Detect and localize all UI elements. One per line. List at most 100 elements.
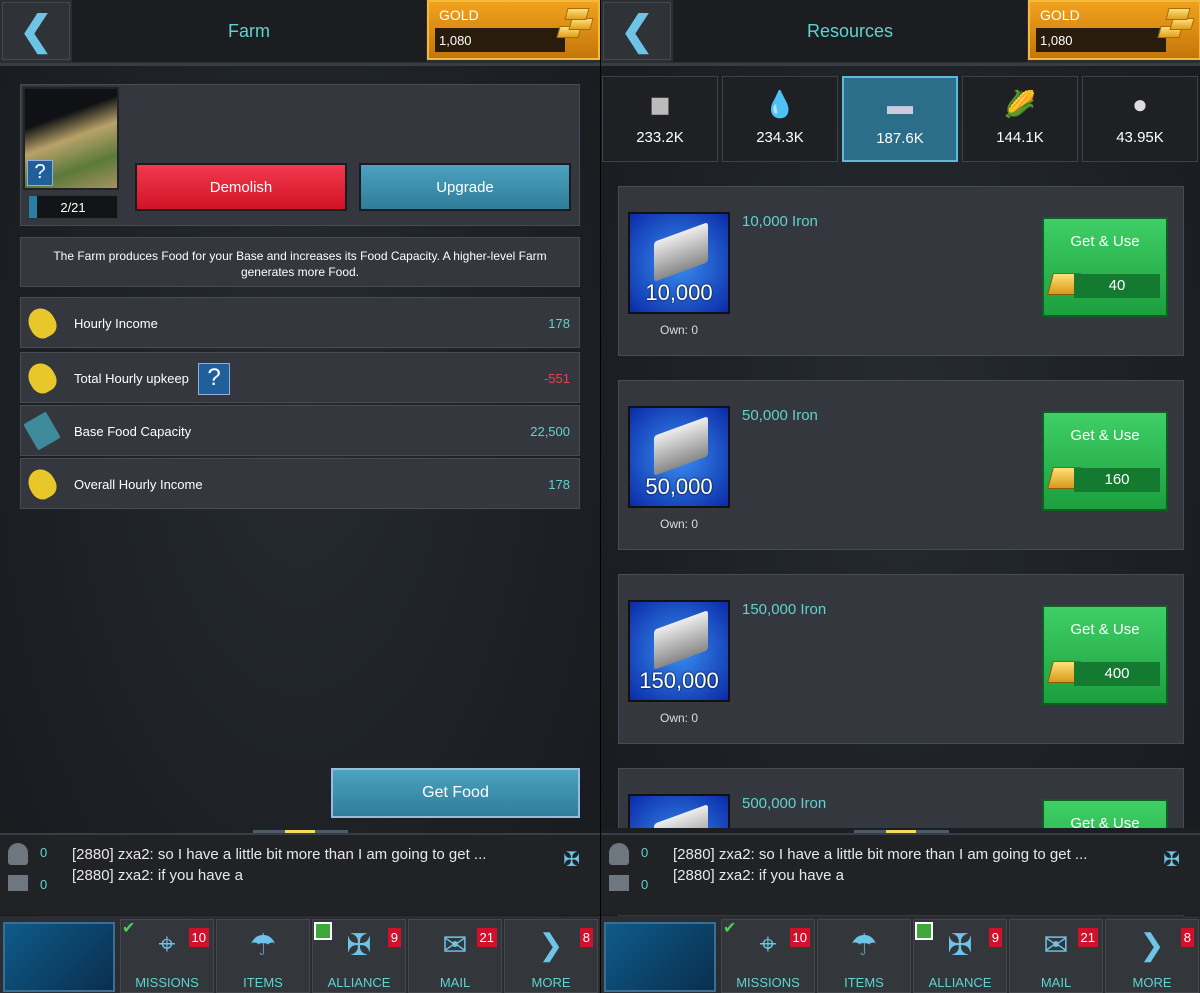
nav-more[interactable]: ❯ 8 MORE (1105, 919, 1199, 993)
description: The Farm produces Food for your Base and… (20, 237, 580, 287)
stat-value: -551 (543, 371, 570, 386)
parachute-icon: ☂ (249, 929, 277, 962)
stat-row: Base Food Capacity 22,500 (20, 405, 580, 456)
owned-count: Own: 0 (659, 711, 698, 725)
iron-icon: ▬ (887, 90, 913, 120)
nav-label: MAIL (1040, 975, 1072, 990)
nav-mail[interactable]: ✉ 21 MAIL (1009, 919, 1103, 993)
back-button[interactable]: ❮ (603, 2, 671, 60)
item-title: 500,000 Iron (742, 795, 827, 812)
resource-amount: 43.95K (1116, 129, 1164, 146)
resource-tab-iron[interactable]: ▬ 187.6K (842, 76, 958, 162)
nav-label: ITEMS (844, 975, 884, 990)
stat-label: Total Hourly upkeep (74, 371, 189, 386)
stone-icon: ◼ (649, 89, 671, 119)
gold-balance[interactable]: GOLD 1,080 (1028, 0, 1200, 60)
corn-icon (23, 303, 61, 343)
alliance-chat-icon[interactable]: ✠ (563, 847, 580, 872)
members-icon (8, 843, 28, 865)
get-food-button[interactable]: Get Food (331, 768, 580, 818)
iron-pack-icon: 10,000 (628, 212, 730, 314)
resource-amount: 144.1K (996, 129, 1044, 146)
chat-bubble-icon (8, 875, 28, 891)
iron-pack-icon: 150,000 (628, 600, 730, 702)
gift-icon (915, 922, 933, 940)
iron-ingot (654, 610, 708, 670)
nav-label: MORE (531, 975, 571, 990)
level-bar: 2/21 (28, 195, 118, 219)
warehouse-icon (23, 411, 61, 451)
get-and-use-button[interactable]: Get & Use 400 (1042, 605, 1168, 705)
nav-label: MISSIONS (135, 975, 199, 990)
back-button[interactable]: ❮ (2, 2, 70, 60)
nav-mail[interactable]: ✉ 21 MAIL (408, 919, 502, 993)
stat-value: 178 (548, 316, 570, 331)
chat-message: [2880] zxa2: if you have a (673, 867, 844, 884)
stat-row: Total Hourly upkeep -551? (20, 352, 580, 403)
nav-label: ALLIANCE (928, 975, 992, 990)
get-and-use-button[interactable]: Get & Use 160 (1042, 411, 1168, 511)
help-button[interactable]: ? (27, 160, 53, 186)
resource-tab-food[interactable]: 🌽 144.1K (962, 76, 1078, 162)
chat-panel[interactable]: 0 0 [2880] zxa2: so I have a little bit mo… (0, 833, 600, 915)
check-icon: ✔ (723, 920, 737, 937)
gold-bar (1165, 8, 1191, 20)
pack-amount: 150,000 (639, 668, 719, 693)
stat-row: Overall Hourly Income 178 (20, 458, 580, 509)
button-label: Get & Use (1070, 233, 1140, 250)
bottom-nav: ⌖ 10 MISSIONS ☂ ITEMS ✠ 9 ALLIANCE ✉ 21 MAIL ❯ 8 MORE… (601, 916, 1200, 993)
header: ❮ Resources GOLD 1,080 (601, 0, 1200, 66)
nav-label: ALLIANCE (327, 975, 391, 990)
resource-item-card: 10,000 Own: 0 10,000 Iron Get & Use 40 (618, 186, 1184, 356)
nav-more[interactable]: ❯ 8 MORE (504, 919, 598, 993)
iron-pack-icon: 50,000 (628, 406, 730, 508)
resource-tab-silver[interactable]: ● 43.95K (1082, 76, 1198, 162)
nav-label: MORE (1132, 975, 1172, 990)
parachute-icon: ☂ (850, 929, 878, 962)
header: ❮ Farm GOLD 1,080 (0, 0, 600, 66)
nav-items[interactable]: ☂ ITEMS (216, 919, 310, 993)
building-card: ? 2/21 Demolish Upgrade (20, 84, 580, 226)
owned-count: Own: 0 (659, 517, 698, 531)
resource-item-card: 50,000 Own: 0 50,000 Iron Get & Use 160 (618, 380, 1184, 550)
corn-upkeep-icon (23, 358, 61, 398)
resources-screen: ❮ Resources GOLD 1,080 ◼ 233.2K 💧 234.3K ▬ 187.6K… (600, 0, 1200, 993)
gold-label: GOLD (439, 7, 479, 23)
upgrade-button[interactable]: Upgrade (359, 163, 571, 211)
nav-badge: 21 (476, 928, 497, 947)
gold-cost: 40 (1074, 274, 1160, 298)
nav-label: MISSIONS (736, 975, 800, 990)
check-icon: ✔ (122, 920, 136, 937)
base-button[interactable] (604, 922, 716, 992)
resource-tab-stone[interactable]: ◼ 233.2K (602, 76, 718, 162)
food-icon: 🌽 (1003, 89, 1037, 119)
demolish-button[interactable]: Demolish (135, 163, 347, 211)
gold-cost: 400 (1074, 662, 1160, 686)
members-icon (609, 843, 629, 865)
resource-amount: 234.3K (756, 129, 804, 146)
stat-value: 22,500 (530, 424, 570, 439)
alliance-chat-icon[interactable]: ✠ (1163, 847, 1180, 872)
nav-badge: 10 (188, 928, 209, 947)
chat-panel[interactable]: 0 0 [2880] zxa2: so I have a little bit mo… (601, 833, 1200, 915)
base-button[interactable] (3, 922, 115, 992)
page-title: Farm (72, 0, 426, 62)
bottom-nav: ⌖ 10 MISSIONS ☂ ITEMS ✠ 9 ALLIANCE ✉ 21 MAIL ❯ 8 MORE… (0, 916, 600, 993)
upkeep-help-button[interactable]: ? (198, 363, 230, 395)
nav-items[interactable]: ☂ ITEMS (817, 919, 911, 993)
nav-badge: 21 (1077, 928, 1098, 947)
iron-ingot (654, 416, 708, 476)
button-label: Get & Use (1070, 427, 1140, 444)
oil-icon: 💧 (763, 89, 797, 119)
nav-badge: 9 (988, 928, 1002, 947)
chat-message: [2880] zxa2: so I have a little bit more… (72, 846, 487, 863)
nav-badge: 9 (387, 928, 401, 947)
gift-icon (314, 922, 332, 940)
gold-bars-icon (1157, 8, 1195, 42)
chevron-left-icon: ❮ (620, 9, 654, 53)
gold-balance[interactable]: GOLD 1,080 (427, 0, 600, 60)
resource-tab-oil[interactable]: 💧 234.3K (722, 76, 838, 162)
gold-bar (564, 8, 590, 20)
messages-count: 0 (641, 877, 649, 892)
get-and-use-button[interactable]: Get & Use 40 (1042, 217, 1168, 317)
